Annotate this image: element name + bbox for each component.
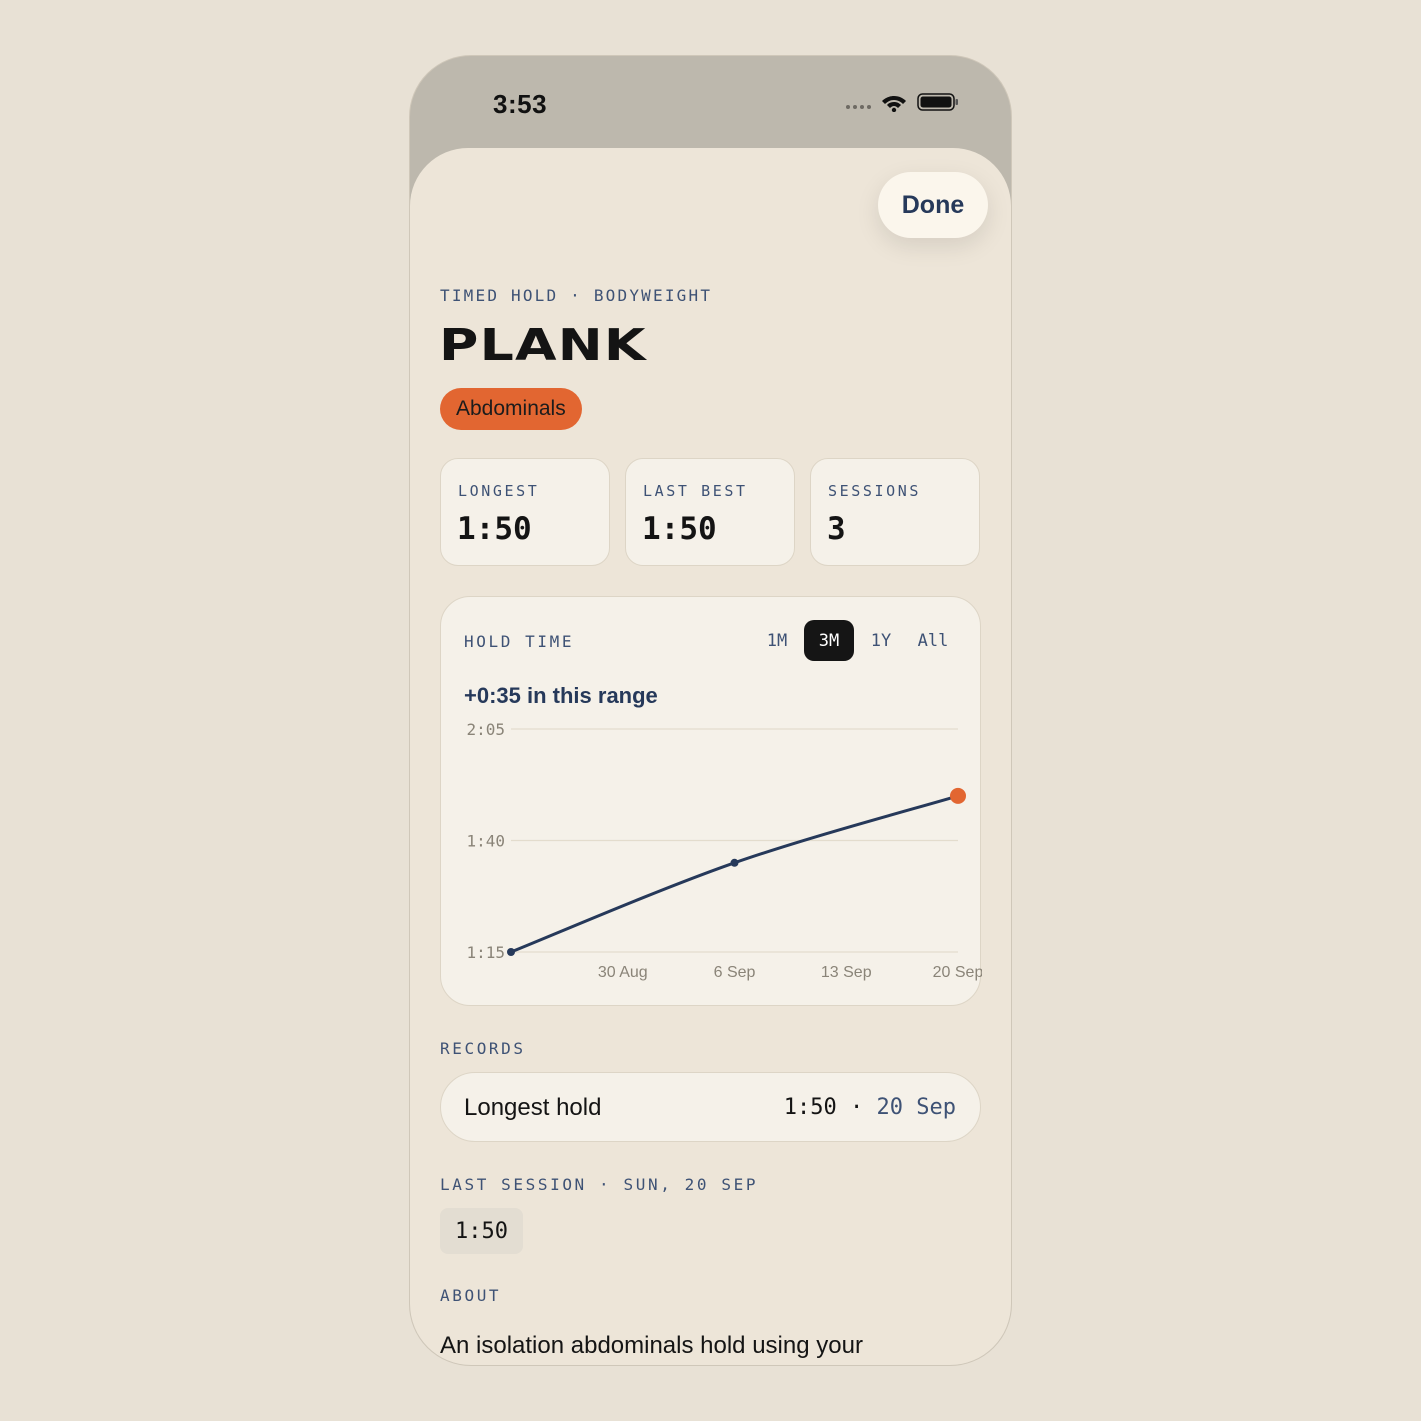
done-button[interactable]: Done — [878, 172, 988, 238]
status-time: 3:53 — [493, 89, 548, 119]
about-text: An isolation abdominals hold using your — [440, 1332, 863, 1359]
x-tick-label: 13 Sep — [821, 964, 872, 981]
stat-label: LONGEST — [458, 482, 540, 500]
stat-value: 1:50 — [457, 511, 532, 547]
x-tick-label: 30 Aug — [598, 964, 648, 981]
signal-dots-icon — [846, 105, 871, 109]
status-icons — [846, 92, 959, 112]
last-session-heading: LAST SESSION · SUN, 20 SEP — [440, 1175, 759, 1194]
record-date: 20 Sep — [876, 1095, 956, 1120]
record-row-longest-hold[interactable]: Longest hold 1:50 · 20 Sep — [440, 1072, 981, 1142]
stat-label: SESSIONS — [828, 482, 922, 500]
exercise-detail-sheet: Done TIMED HOLD · BODYWEIGHT PLANK Abdom… — [410, 148, 1011, 1365]
x-tick-label: 6 Sep — [714, 964, 756, 981]
stat-card-last-best: LAST BEST 1:50 — [625, 458, 795, 566]
data-point — [730, 858, 739, 867]
phone-frame: 3:53 Done TIMED HOLD · BODYWEIGHT PLANK … — [409, 55, 1012, 1366]
stat-value: 3 — [827, 511, 846, 547]
record-name: Longest hold — [464, 1094, 602, 1121]
y-tick-label: 2:05 — [466, 720, 505, 739]
stat-value: 1:50 — [642, 511, 717, 547]
exercise-title: PLANK — [439, 320, 647, 371]
exercise-category: TIMED HOLD · BODYWEIGHT — [440, 286, 713, 305]
record-time: 1:50 — [783, 1095, 837, 1120]
latest-data-point — [950, 787, 966, 804]
battery-icon — [917, 93, 958, 111]
y-tick-label: 1:40 — [466, 832, 505, 851]
session-set-chip: 1:50 — [440, 1208, 523, 1254]
muscle-tag[interactable]: Abdominals — [440, 388, 582, 430]
y-tick-label: 1:15 — [466, 943, 505, 962]
series-line — [509, 794, 960, 954]
stat-card-longest: LONGEST 1:50 — [440, 458, 610, 566]
stat-card-sessions: SESSIONS 3 — [810, 458, 980, 566]
records-heading: RECORDS — [440, 1039, 526, 1058]
data-point — [507, 948, 515, 956]
about-heading: ABOUT — [440, 1286, 502, 1305]
record-value: 1:50 · 20 Sep — [783, 1095, 956, 1120]
stat-label: LAST BEST — [643, 482, 748, 500]
hold-time-chart: 1:15 1:40 2:05 30 Aug 6 Sep 13 Sep 20 Sep — [466, 720, 982, 981]
x-tick-label: 20 Sep — [933, 964, 982, 981]
wifi-icon — [882, 96, 906, 112]
hold-time-chart-card: HOLD TIME 1M 3M 1Y All +0:35 in this ran… — [440, 596, 982, 1006]
